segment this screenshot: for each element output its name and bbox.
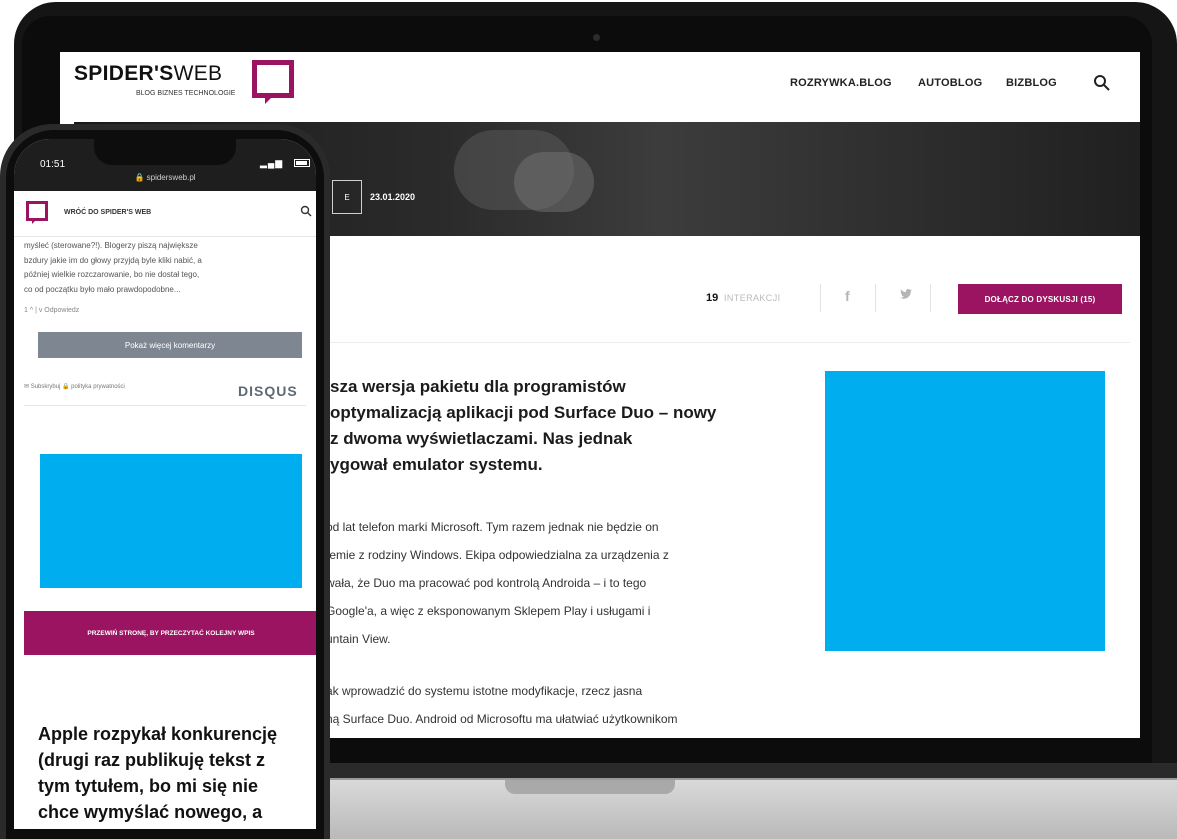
nav-link-autoblog[interactable]: AUTOBLOG <box>918 77 982 89</box>
logo-bubble-icon <box>252 60 294 104</box>
article-lead: sza wersja pakietu dla programistów opty… <box>330 374 800 478</box>
title-line: (drugi raz publikuję tekst z <box>38 750 266 770</box>
category-badge[interactable]: E <box>332 180 362 214</box>
lead-line: z dwoma wyświetlaczami. Nas jednak <box>330 429 633 448</box>
lead-line: sza wersja pakietu dla programistów <box>330 377 626 396</box>
join-discussion-button[interactable]: DOŁĄCZ DO DYSKUSJI (15) <box>958 284 1122 314</box>
phone-site-bar: WRÓĆ DO SPIDER'S WEB <box>14 191 316 237</box>
address-bar[interactable]: 🔒 spidersweb.pl <box>14 173 316 182</box>
paragraph-line: Google'a, a więc z eksponowanym Sklepem … <box>326 604 651 618</box>
paragraph-line: wała, że Duo ma pracować pod kontrolą An… <box>326 576 647 590</box>
ad-placeholder[interactable] <box>40 454 302 588</box>
paragraph-line: untain View. <box>326 632 391 646</box>
laptop-base <box>300 778 1177 839</box>
facebook-icon[interactable]: f <box>845 288 850 304</box>
comment-line: myśleć (sterowane?!). Blogerzy piszą naj… <box>24 241 198 250</box>
laptop-camera <box>593 34 600 41</box>
phone-notch <box>94 139 236 165</box>
logo-bubble-icon[interactable] <box>26 201 48 224</box>
back-to-spiderweb-link[interactable]: WRÓĆ DO SPIDER'S WEB <box>64 209 151 216</box>
next-post-title[interactable]: Apple rozpykał konkurencję (drugi raz pu… <box>38 721 310 825</box>
paragraph-line: ną Surface Duo. Android od Microsoftu ma… <box>326 712 678 726</box>
laptop-hinge <box>300 763 1177 779</box>
comment-line: co od początku było mało prawdopodobne..… <box>24 284 181 294</box>
status-time: 01:51 <box>40 159 66 170</box>
nav-link-rozrywka[interactable]: ROZRYWKA.BLOG <box>790 77 892 89</box>
load-more-comments-button[interactable]: Pokaż więcej komentarzy <box>38 332 302 358</box>
article-paragraph: od lat telefon marki Microsoft. Tym raze… <box>326 513 796 653</box>
logo-main-text: SPIDER'S <box>74 62 174 85</box>
comment-vote-reply[interactable]: 1 ^ | v Odpowiedz <box>24 307 79 314</box>
paragraph-line: od lat telefon marki Microsoft. Tym raze… <box>326 520 659 534</box>
divider <box>330 342 1130 343</box>
publish-date: 23.01.2020 <box>370 192 416 202</box>
phone-status-bar: 01:51 ▂▄▆ 🔒 spidersweb.pl <box>14 139 316 191</box>
divider <box>24 405 306 406</box>
twitter-icon[interactable] <box>900 289 912 303</box>
lead-line: ygował emulator systemu. <box>330 455 543 474</box>
article-paragraph: ak wprowadzić do systemu istotne modyfik… <box>326 677 796 733</box>
comment-text: myśleć (sterowane?!). Blogerzy piszą naj… <box>24 239 308 297</box>
site-header: SPIDER'SWEB BLOG BIZNES TECHNOLOGIE ROZR… <box>60 52 1140 122</box>
title-line: tym tytułem, bo mi się nie <box>38 776 259 796</box>
interactions-label: INTERAKCJI <box>724 293 781 303</box>
logo-tagline: BLOG BIZNES TECHNOLOGIE <box>136 90 236 97</box>
share-divider <box>930 284 931 312</box>
search-icon[interactable] <box>300 205 312 217</box>
nav-link-bizblog[interactable]: BIZBLOG <box>1006 77 1057 89</box>
logo-web-text: WEB <box>173 62 223 85</box>
laptop-base-notch <box>505 780 675 794</box>
phone-screen: 01:51 ▂▄▆ 🔒 spidersweb.pl WRÓĆ DO SPIDER… <box>14 139 316 829</box>
lead-line: optymalizacją aplikacji pod Surface Duo … <box>330 403 717 422</box>
scroll-next-post-button[interactable]: PRZEWIŃ STRONĘ, BY PRZECZYTAĆ KOLEJNY WP… <box>24 611 316 655</box>
search-icon[interactable] <box>1093 74 1111 92</box>
title-line: chce wymyślać nowego, a <box>38 802 263 822</box>
ad-placeholder[interactable] <box>825 371 1105 651</box>
hero-phone-shape <box>514 152 594 212</box>
signal-wifi-icon: ▂▄▆ <box>260 158 284 168</box>
interactions-count: 19 <box>706 292 719 304</box>
title-line: Apple rozpykał konkurencję <box>38 724 278 744</box>
comment-line: bzdury jakie im do głowy przyjdą byle kl… <box>24 255 202 265</box>
paragraph-line: temie z rodziny Windows. Ekipa odpowiedz… <box>326 548 669 562</box>
battery-icon <box>294 159 310 167</box>
paragraph-line: ak wprowadzić do systemu istotne modyfik… <box>326 684 643 698</box>
url-text: spidersweb.pl <box>146 173 196 182</box>
disqus-logo[interactable]: DISQUS <box>238 383 298 399</box>
share-divider <box>875 284 876 312</box>
share-divider <box>820 284 821 312</box>
subscribe-privacy-links[interactable]: ✉ Subskrybuj 🔒 polityka prywatności <box>24 383 125 390</box>
comment-line: później wielkie rozczarowanie, bo nie do… <box>24 270 200 279</box>
